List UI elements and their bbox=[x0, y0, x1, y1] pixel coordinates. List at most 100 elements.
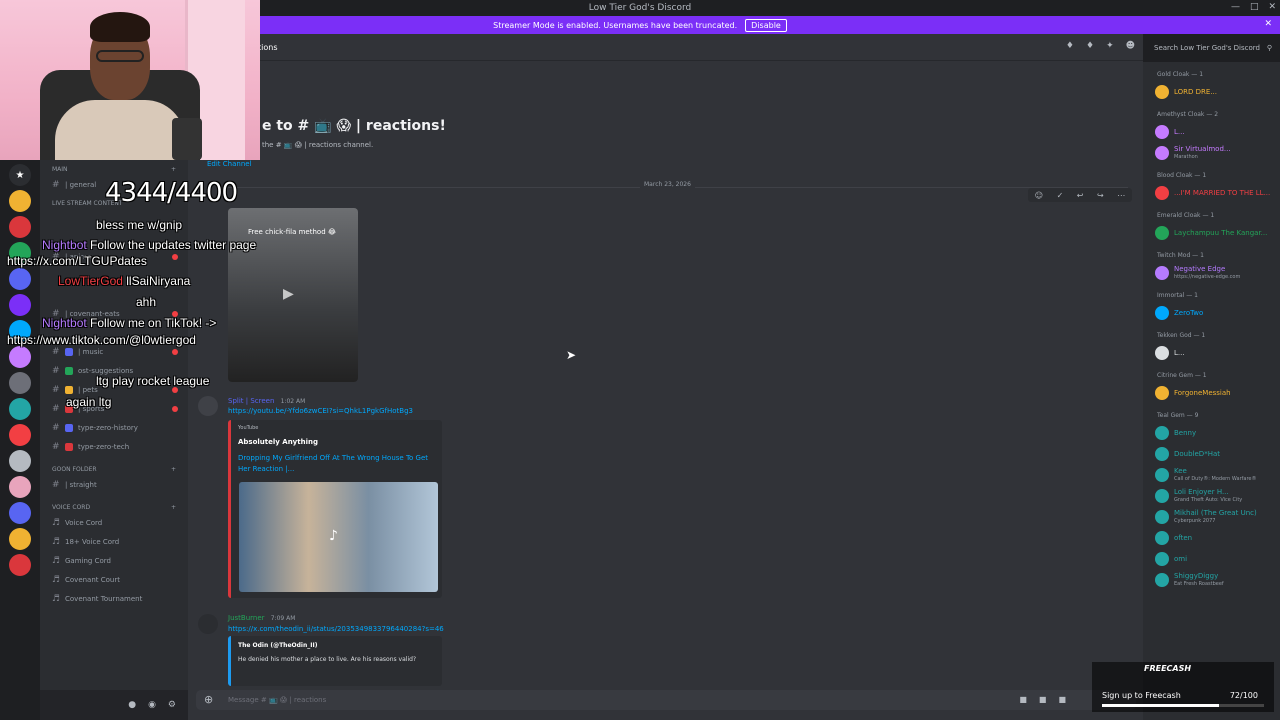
server-icon[interactable] bbox=[9, 294, 31, 316]
member-item[interactable]: often bbox=[1143, 527, 1280, 548]
avatar[interactable] bbox=[198, 396, 218, 416]
video-attachment[interactable]: Free chick-fila method 😂 ▶ bbox=[228, 208, 358, 382]
react-icon[interactable]: ☺ bbox=[1035, 191, 1043, 200]
member-item[interactable]: ...I'M MARRIED TO THE LL... bbox=[1143, 182, 1280, 203]
server-icon[interactable]: ★ bbox=[9, 164, 31, 186]
message-link[interactable]: https://youtu.be/-Yfdo6zwCEI?si=QhkL1Pgk… bbox=[228, 407, 413, 415]
channel-item[interactable]: # type-zero-tech bbox=[40, 437, 188, 456]
notification-icon[interactable]: ♦ bbox=[1086, 41, 1094, 51]
channel-item[interactable]: # | straight bbox=[40, 475, 188, 494]
gift-icon[interactable]: ■ bbox=[1019, 695, 1027, 704]
message-input[interactable]: ⊕ Message # 📺 😱 | reactions ■ ■ ■ bbox=[196, 690, 1136, 710]
add-channel-icon[interactable]: + bbox=[171, 504, 176, 511]
channel-emoji-icon bbox=[65, 442, 73, 451]
channel-item[interactable]: # | sports bbox=[40, 399, 188, 418]
member-item[interactable]: Negative Edge https://negative-edge.com bbox=[1143, 262, 1280, 283]
disable-button[interactable]: Disable bbox=[745, 18, 787, 32]
embed-thumbnail[interactable] bbox=[239, 482, 438, 592]
embed-title[interactable]: Dropping My Girlfriend Off At The Wrong … bbox=[238, 453, 438, 475]
member-text: Mikhail (The Great Unc) Cyberpunk 2077 bbox=[1174, 509, 1257, 525]
freecash-cta[interactable]: Sign up to Freecash bbox=[1102, 691, 1181, 700]
voice-channel[interactable]: ♬ Voice Cord bbox=[40, 513, 188, 532]
voice-channel[interactable]: ♬ Covenant Court bbox=[40, 570, 188, 589]
member-item[interactable]: ZeroTwo bbox=[1143, 302, 1280, 323]
reply-icon[interactable]: ↩ bbox=[1077, 191, 1084, 200]
voice-channel[interactable]: ♬ Covenant Tournament bbox=[40, 589, 188, 608]
server-icon[interactable] bbox=[9, 372, 31, 394]
server-icon[interactable] bbox=[9, 346, 31, 368]
add-channel-icon[interactable]: + bbox=[171, 166, 176, 173]
gif-icon[interactable]: ■ bbox=[1039, 695, 1047, 704]
server-icon[interactable] bbox=[9, 528, 31, 550]
channel-label: 18+ Voice Cord bbox=[65, 537, 120, 546]
message-author[interactable]: Split | Screen 1:02 AM bbox=[228, 397, 305, 405]
server-icon[interactable] bbox=[9, 424, 31, 446]
stream-chat-user: LowTierGod bbox=[58, 274, 123, 288]
member-name: Benny bbox=[1174, 428, 1197, 437]
member-item[interactable]: ForgoneMessiah bbox=[1143, 382, 1280, 403]
member-name: Laychampuu The Kangar... bbox=[1174, 228, 1268, 237]
add-channel-icon[interactable]: + bbox=[171, 466, 176, 473]
close-icon[interactable]: ✕ bbox=[1268, 2, 1276, 12]
member-item[interactable]: DoubleD*Hat bbox=[1143, 443, 1280, 464]
embed-author[interactable]: Absolutely Anything bbox=[238, 438, 318, 446]
message-placeholder: Message # 📺 😱 | reactions bbox=[228, 696, 327, 704]
voice-channel[interactable]: ♬ 18+ Voice Cord bbox=[40, 532, 188, 551]
tweet-author[interactable]: The Odin (@TheOdin_II) bbox=[238, 642, 317, 649]
category-main[interactable]: MAIN + bbox=[40, 160, 188, 175]
channel-item[interactable]: # type-zero-history bbox=[40, 418, 188, 437]
category-voice[interactable]: VOICE CORD + bbox=[40, 498, 188, 513]
maximize-icon[interactable]: □ bbox=[1250, 2, 1259, 12]
member-category: Emerald Cloak — 1 bbox=[1157, 212, 1215, 219]
member-item[interactable]: Loli Enjoyer H... Grand Theft Auto: Vice … bbox=[1143, 485, 1280, 506]
member-item[interactable]: Laychampuu The Kangar... bbox=[1143, 222, 1280, 243]
member-item[interactable]: L... bbox=[1143, 121, 1280, 142]
headphones-icon[interactable]: ◉ bbox=[148, 700, 156, 710]
member-name: Sir Virtualmod... bbox=[1174, 144, 1231, 153]
server-icon[interactable] bbox=[9, 476, 31, 498]
sticker-icon[interactable]: ■ bbox=[1058, 695, 1066, 704]
member-item[interactable]: ShiggyDiggy Eat Fresh Roastbeef bbox=[1143, 569, 1280, 590]
server-icon[interactable] bbox=[9, 554, 31, 576]
more-icon[interactable]: ⋯ bbox=[1117, 191, 1125, 200]
subscriber-counter: 4344/4400 bbox=[105, 178, 238, 208]
threads-icon[interactable]: ♦ bbox=[1066, 41, 1074, 51]
message-link[interactable]: https://x.com/theodin_ii/status/20353498… bbox=[228, 625, 444, 633]
member-item[interactable]: Sir Virtualmod... Marathon bbox=[1143, 142, 1280, 163]
search-icon: ⚲ bbox=[1266, 43, 1272, 52]
search-input[interactable]: Search Low Tier God's Discord ⚲ bbox=[1152, 41, 1274, 54]
minimize-icon[interactable]: — bbox=[1231, 2, 1240, 12]
avatar[interactable] bbox=[198, 614, 218, 634]
attach-plus-icon[interactable]: ⊕ bbox=[204, 693, 213, 706]
avatar bbox=[1155, 446, 1169, 461]
channel-label: | music bbox=[78, 347, 104, 356]
play-icon[interactable]: ▶ bbox=[283, 286, 294, 302]
member-list-icon[interactable]: ☻ bbox=[1126, 41, 1135, 51]
forward-icon[interactable]: ↪ bbox=[1097, 191, 1104, 200]
category-goon[interactable]: GOON FOLDER + bbox=[40, 460, 188, 475]
message-author[interactable]: JustBurner 7:09 AM bbox=[228, 614, 295, 622]
member-item[interactable]: Benny bbox=[1143, 422, 1280, 443]
microphone-icon[interactable]: ● bbox=[128, 700, 136, 710]
server-icon[interactable] bbox=[9, 190, 31, 212]
check-icon[interactable]: ✓ bbox=[1057, 191, 1064, 200]
settings-gear-icon[interactable]: ⚙ bbox=[168, 700, 176, 710]
server-icon[interactable] bbox=[9, 216, 31, 238]
edit-channel-link[interactable]: Edit Channel bbox=[207, 160, 252, 168]
member-item[interactable]: Kee Call of Duty®: Modern Warfare® bbox=[1143, 464, 1280, 485]
voice-channel[interactable]: ♬ Gaming Cord bbox=[40, 551, 188, 570]
server-icon[interactable] bbox=[9, 398, 31, 420]
stream-chat-user: Nightbot bbox=[42, 316, 87, 330]
category-label: MAIN bbox=[52, 166, 68, 173]
member-item[interactable]: LORD DRE... bbox=[1143, 81, 1280, 102]
server-icon[interactable] bbox=[9, 502, 31, 524]
member-item[interactable]: L... bbox=[1143, 342, 1280, 363]
pin-icon[interactable]: ✦ bbox=[1106, 41, 1114, 51]
server-icon[interactable] bbox=[9, 450, 31, 472]
member-item[interactable]: omi bbox=[1143, 548, 1280, 569]
member-name: Kee bbox=[1174, 466, 1187, 475]
server-icon[interactable] bbox=[9, 268, 31, 290]
banner-close-icon[interactable]: ✕ bbox=[1264, 19, 1272, 29]
member-text: L... bbox=[1174, 349, 1185, 357]
member-item[interactable]: Mikhail (The Great Unc) Cyberpunk 2077 bbox=[1143, 506, 1280, 527]
